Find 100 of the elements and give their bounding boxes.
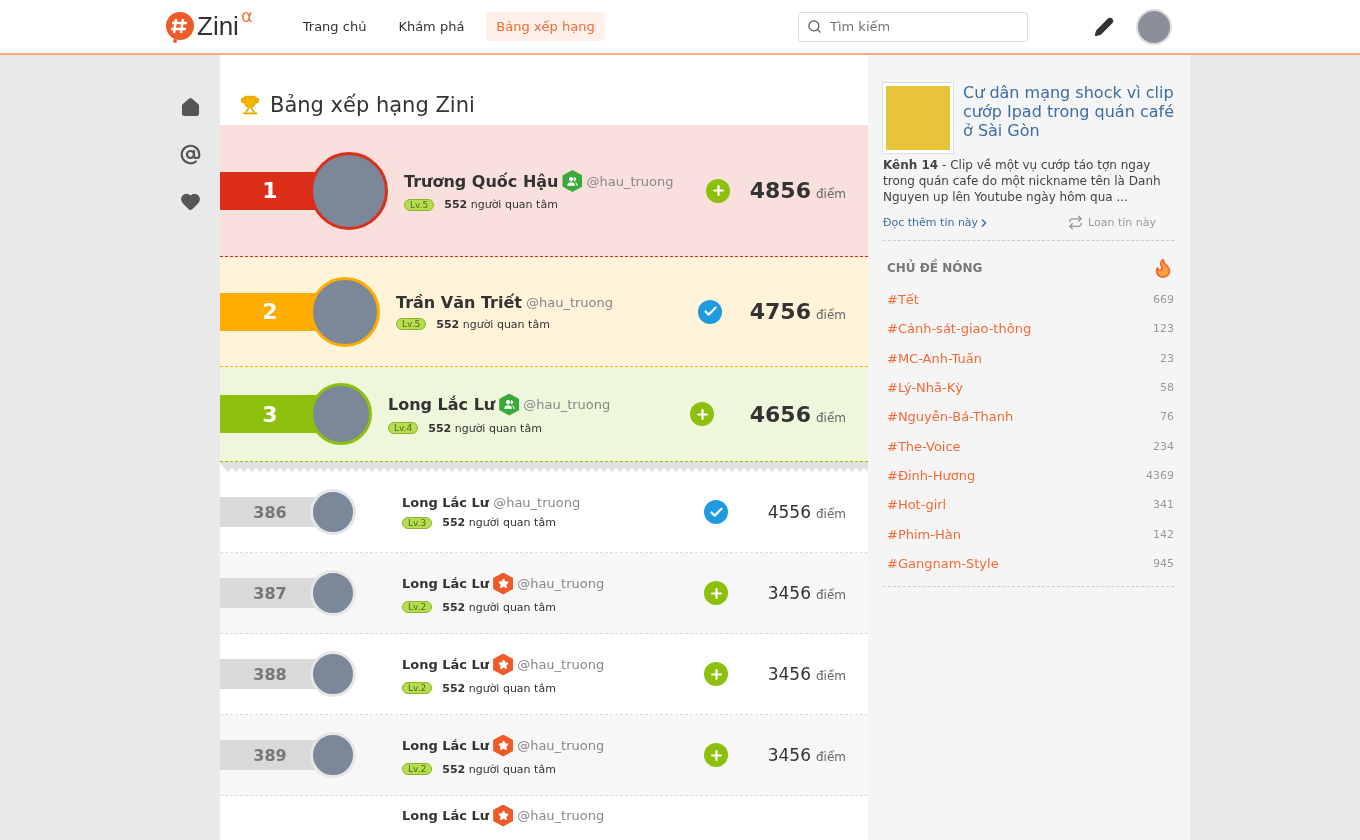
topic-count: 945 [1153,556,1174,570]
plus-icon [708,747,724,763]
topic-count: 4369 [1146,468,1174,482]
followed-button[interactable] [698,299,722,324]
search-icon [807,19,822,34]
user-name[interactable]: Long Lắc Lư [402,495,490,510]
score-value: 3456 [767,583,811,603]
followers-count: 552 người quan tâm [444,198,558,211]
user-name[interactable]: Long Lắc Lư [402,808,490,823]
score-value: 4656 [749,401,811,427]
user-handle: @hau_truong [586,173,674,189]
topic-tag[interactable]: #Gangnam-Style [887,555,999,571]
user-handle: @hau_truong [517,657,605,672]
user-handle: @hau_truong [517,738,605,753]
followers-count: 552 người quan tâm [442,681,556,695]
read-more-link[interactable]: Đọc thêm tin này [883,215,991,230]
topic-count: 234 [1153,439,1174,453]
follow-button[interactable] [704,581,728,605]
logo-superscript: α [240,4,253,26]
topic-tag[interactable]: #Phim-Hàn [887,526,961,542]
follow-button[interactable] [704,662,728,686]
user-handle: @hau_truong [493,495,581,510]
followers-count: 552 người quan tâm [442,516,556,529]
user-handle: @hau_truong [517,576,605,591]
check-icon [702,304,718,319]
plus-icon [694,406,710,422]
topic-count: 76 [1160,410,1174,424]
topic-tag[interactable]: #Nguyễn-Bá-Thanh [887,409,1014,425]
followers-count: 552 người quan tâm [428,421,542,435]
logo-icon [165,10,195,43]
topic-tag[interactable]: #Lý-Nhã-Kỳ [887,380,963,396]
user-name[interactable]: Long Lắc Lư [402,657,490,672]
user-name[interactable]: Trương Quốc Hậu [404,171,559,191]
topic-tag[interactable]: #Hot-girl [887,497,947,513]
topic-count: 341 [1153,498,1174,512]
level-badge: Lv.4 [388,422,419,434]
share-link[interactable]: Loan tin này [1068,215,1156,230]
nav-tab[interactable]: Trang chủ [292,12,377,41]
news-title[interactable]: Cư dân mạng shock vì clip cướp Ipad trong quán café ở Sài Gòn [963,83,1174,153]
level-badge: Lv.5 [396,318,427,330]
trophy-icon [240,95,260,115]
user-handle: @hau_truong [517,808,605,823]
avatar-placeholder [310,732,356,778]
score-unit: điểm [815,410,846,425]
plus-icon [710,183,726,198]
score-value: 4856 [749,178,811,203]
level-badge: Lv.3 [402,516,433,529]
user-name[interactable]: Trần Văn Triết [396,292,522,312]
score-value: 4556 [767,502,811,522]
logo-text[interactable]: Zini [197,11,239,42]
home-icon[interactable] [179,97,201,118]
followers-count: 552 người quan tâm [436,317,550,331]
level-badge: Lv.5 [404,198,435,211]
follow-button[interactable] [706,178,730,203]
score-unit: điểm [815,669,846,683]
topic-count: 23 [1160,351,1174,365]
nav-tab[interactable]: Khám phá [388,12,475,41]
score-value: 4756 [749,299,811,324]
score-unit: điểm [815,507,846,521]
score-unit: điểm [815,588,846,602]
plus-icon [708,666,724,682]
at-sign-icon[interactable] [179,144,201,165]
follow-button[interactable] [704,743,728,767]
topic-count: 123 [1153,322,1174,336]
news-summary: Kênh 14 - Clip về một vụ cướp táo tợn ngay trong quán cafe do một nickname tên là Danh Nguyen up lên Youtube ngày hôm qua ... [883,157,1162,205]
follow-button[interactable] [690,402,714,426]
user-handle: @hau_truong [523,397,611,412]
level-badge: Lv.2 [402,601,433,613]
search-field[interactable]: Tìm kiếm [798,11,1028,42]
repeat-icon [1068,215,1084,230]
news-thumbnail-placeholder[interactable] [883,83,953,153]
score-value: 3456 [767,745,811,765]
score-unit: điểm [815,187,846,201]
level-badge: Lv.2 [402,763,433,775]
topic-tag[interactable]: #Đinh-Hương [887,467,976,483]
user-name[interactable]: Long Lắc Lư [402,576,490,591]
nav-tab[interactable]: Bảng xếp hạng [486,12,605,41]
user-name[interactable]: Long Lắc Lư [388,395,496,414]
topic-count: 58 [1160,381,1174,395]
topic-tag[interactable]: #Cảnh-sát-giao-thông [887,321,1032,337]
topic-count: 142 [1153,527,1174,541]
topic-tag[interactable]: #Tết [887,292,919,308]
followers-count: 552 người quan tâm [442,762,556,776]
pencil-icon[interactable] [1094,16,1114,37]
user-avatar[interactable] [1136,8,1172,45]
followed-button[interactable] [704,500,728,524]
topic-count: 669 [1153,293,1174,307]
plus-icon [708,585,724,601]
avatar-placeholder [310,651,356,697]
followers-count: 552 người quan tâm [442,600,556,614]
level-badge: Lv.2 [402,682,433,694]
topic-tag[interactable]: #MC-Anh-Tuấn [887,350,982,366]
avatar-placeholder [310,489,356,535]
score-value: 3456 [767,664,811,684]
user-name[interactable]: Long Lắc Lư [402,738,490,753]
user-handle: @hau_truong [526,294,614,310]
score-unit: điểm [815,750,846,764]
heart-icon[interactable] [179,191,201,212]
topic-tag[interactable]: #The-Voice [887,438,961,454]
avatar-placeholder [310,570,356,616]
